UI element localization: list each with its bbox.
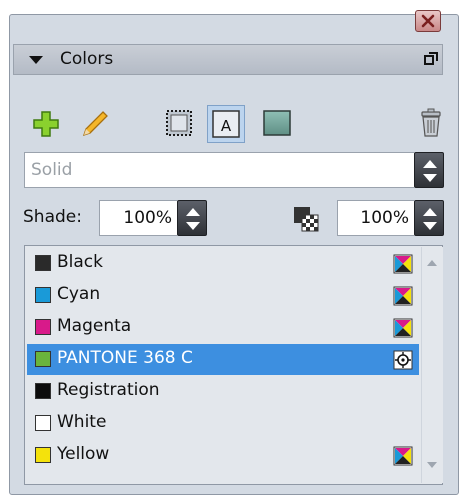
swatch-row[interactable]: White [27, 408, 419, 439]
swatch-name: Black [57, 252, 103, 272]
color-chip [35, 447, 51, 463]
close-icon [421, 14, 435, 28]
swatch-name: PANTONE 368 C [57, 348, 193, 368]
color-chip [35, 287, 51, 303]
fill-icon[interactable] [262, 109, 292, 137]
swatch-name: Registration [57, 380, 160, 400]
process-color-icon [393, 254, 413, 278]
collapse-arrow-icon[interactable] [28, 55, 44, 65]
up-down-arrows-icon [423, 160, 437, 182]
swatch-row[interactable]: Magenta [27, 312, 419, 343]
pencil-icon[interactable] [79, 108, 111, 140]
list-scrollbar[interactable] [421, 247, 443, 483]
process-color-icon [393, 286, 413, 310]
spot-color-icon [393, 350, 413, 374]
shade-label: Shade: [23, 207, 82, 227]
panel-header[interactable]: Colors [13, 44, 443, 75]
shade-input[interactable]: 100% [99, 200, 177, 236]
scroll-down-icon[interactable] [426, 461, 438, 469]
plus-icon[interactable] [31, 110, 61, 138]
swatch-name: Yellow [57, 444, 110, 464]
swatch-row[interactable]: Cyan [27, 280, 419, 311]
panel-title: Colors [60, 49, 114, 69]
color-type-value: Solid [31, 160, 73, 180]
opacity-spinner[interactable] [414, 200, 444, 236]
process-color-icon [393, 446, 413, 470]
color-chip [35, 351, 51, 367]
swatch-name: Cyan [57, 284, 101, 304]
color-chip [35, 319, 51, 335]
opacity-input[interactable]: 100% [337, 200, 414, 236]
color-chip [35, 415, 51, 431]
panel-menu-icon[interactable] [424, 52, 438, 66]
color-chip [35, 383, 51, 399]
color-type-spinner[interactable] [414, 152, 444, 188]
close-button[interactable] [415, 10, 441, 32]
color-type-dropdown[interactable]: Solid [24, 152, 414, 188]
process-color-icon [393, 318, 413, 342]
swatch-name: Magenta [57, 316, 132, 336]
color-chip [35, 255, 51, 271]
color-swatch-list[interactable]: Black Cyan Magenta PANTONE 368 C Registratio… [24, 245, 443, 485]
swatch-name: White [57, 412, 107, 432]
stroke-icon[interactable] [165, 109, 193, 137]
opacity-icon [294, 207, 319, 232]
swatch-row[interactable]: Registration [27, 376, 419, 407]
svg-text:A: A [221, 117, 232, 135]
swatch-row[interactable]: Black [27, 248, 419, 279]
trash-icon[interactable] [419, 108, 443, 138]
text-icon: A [212, 110, 240, 138]
scroll-up-icon[interactable] [426, 259, 438, 267]
swatch-row[interactable]: Yellow [27, 440, 419, 471]
shade-spinner[interactable] [177, 200, 207, 236]
text-color-button[interactable]: A [207, 105, 245, 143]
up-down-arrows-icon [423, 208, 437, 230]
swatch-row[interactable]: PANTONE 368 C [27, 344, 419, 375]
up-down-arrows-icon [186, 208, 200, 230]
